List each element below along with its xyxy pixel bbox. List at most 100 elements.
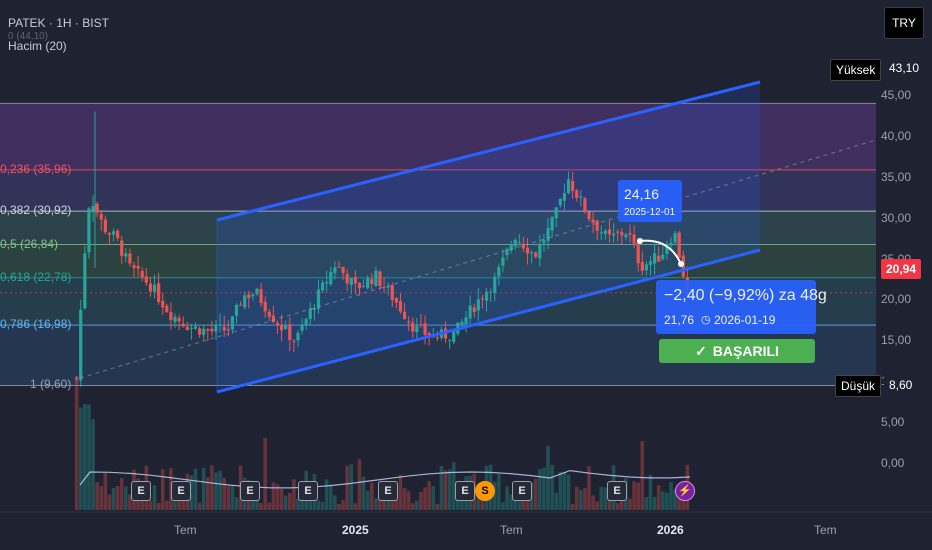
candle-body <box>394 298 398 303</box>
earnings-event-icon[interactable]: E <box>171 481 191 501</box>
candle-body <box>595 220 599 231</box>
candle-body <box>464 317 468 325</box>
volume-bar <box>91 419 95 510</box>
volume-bar <box>353 503 358 510</box>
volume-bar <box>222 477 227 510</box>
fib-level-label: 1 (9,60) <box>30 377 72 392</box>
entry-annotation[interactable]: 24,16 2025-12-01 <box>618 180 682 222</box>
candle-body <box>333 267 337 274</box>
candle-body <box>136 265 140 269</box>
candle-body <box>132 265 136 269</box>
volume-bar <box>435 503 440 510</box>
candle-body <box>91 206 95 211</box>
candle-body <box>148 283 153 292</box>
candle-body <box>279 324 284 331</box>
volume-bar <box>271 482 276 510</box>
volume-bar <box>103 473 108 510</box>
candle-body <box>210 328 214 332</box>
candle-body <box>620 232 624 236</box>
volume-bar <box>324 479 329 510</box>
candle-body <box>226 329 230 331</box>
volume-bar <box>410 503 415 510</box>
candle-body <box>337 266 341 268</box>
volume-bar <box>628 498 632 510</box>
candle-body <box>554 207 558 219</box>
volume-bar <box>115 485 120 510</box>
volume-bar <box>669 482 673 510</box>
volume-bar <box>566 474 571 510</box>
earnings-event-icon[interactable]: E <box>455 481 475 501</box>
fib-level-label: 0,5 (26,84) <box>0 236 59 251</box>
volume-bar <box>542 467 546 510</box>
candle-body <box>546 227 550 241</box>
volume-bar <box>230 485 235 510</box>
volume-bar <box>538 469 542 510</box>
candle-body <box>202 328 206 335</box>
volume-bar <box>398 474 403 510</box>
volume-bar <box>287 492 292 510</box>
volume-bar <box>119 478 124 510</box>
volume-bar <box>333 495 337 510</box>
volume-bar <box>78 407 83 510</box>
move-annotation[interactable]: −2,40 (−9,92%) za 48g 21,76 ◷ 2026-01-19 <box>656 280 827 334</box>
earnings-event-icon[interactable]: E <box>512 481 532 501</box>
entry-date: 2025-12-01 <box>624 207 676 218</box>
chart-stage[interactable]: PATEK · 1H · BIST 0 (44,10) Hacim (20) T… <box>0 0 932 550</box>
volume-bar <box>193 468 198 510</box>
candle-body <box>267 311 271 317</box>
candle-body <box>87 208 91 253</box>
volume-bar <box>648 474 653 510</box>
candle-body <box>83 253 87 309</box>
volume-bar <box>550 464 554 510</box>
candle-body <box>144 276 148 283</box>
candle-body <box>304 319 308 326</box>
price-chart[interactable] <box>0 0 932 550</box>
currency-button[interactable]: TRY <box>884 7 924 39</box>
target-point[interactable] <box>678 261 684 267</box>
low-label-tag: Düşük <box>835 375 882 397</box>
volume-bar <box>320 501 325 510</box>
candle-body <box>534 252 538 257</box>
candle-body <box>525 247 530 254</box>
move-text: −2,40 (−9,92%) za 48g <box>664 287 827 304</box>
price-tick: 30,00 <box>881 210 912 225</box>
volume-bar <box>214 472 218 510</box>
earnings-event-icon[interactable]: E <box>607 481 627 501</box>
lightning-event-icon[interactable]: ⚡ <box>675 481 695 501</box>
candle-body <box>325 281 329 284</box>
earnings-event-icon[interactable]: E <box>378 481 398 501</box>
volume-bar <box>447 469 452 510</box>
time-tick: 2025 <box>342 523 369 537</box>
volume-bar <box>279 488 284 510</box>
candle-body <box>243 295 247 308</box>
candle-body <box>308 308 312 319</box>
volume-bar <box>337 503 341 510</box>
volume-bar <box>165 500 169 510</box>
split-event-icon[interactable]: S <box>475 481 495 501</box>
volume-bar <box>341 500 345 510</box>
volume-bar <box>632 481 636 510</box>
candle-body <box>206 329 210 331</box>
candle-body <box>259 289 263 304</box>
candle-body <box>624 234 628 238</box>
volume-bar <box>656 485 661 510</box>
candle-body <box>657 255 661 262</box>
candle-body <box>329 271 333 285</box>
earnings-event-icon[interactable]: E <box>131 481 151 501</box>
candle-body <box>607 229 612 235</box>
candle-body <box>300 325 304 331</box>
time-tick: Tem <box>500 523 523 537</box>
earnings-event-icon[interactable]: E <box>240 481 260 501</box>
earnings-event-icon[interactable]: E <box>298 481 318 501</box>
volume-indicator-label[interactable]: Hacim (20) <box>8 39 67 53</box>
candle-body <box>341 266 345 274</box>
candle-body <box>538 243 542 259</box>
entry-point[interactable] <box>637 238 643 244</box>
candle-body <box>263 301 267 312</box>
volume-bar <box>292 479 296 510</box>
candle-body <box>79 309 83 381</box>
volume-bar <box>283 495 288 510</box>
volume-bar <box>665 492 669 510</box>
volume-bar <box>99 486 104 510</box>
fib-level-label: 0,236 (35,96) <box>0 161 72 176</box>
